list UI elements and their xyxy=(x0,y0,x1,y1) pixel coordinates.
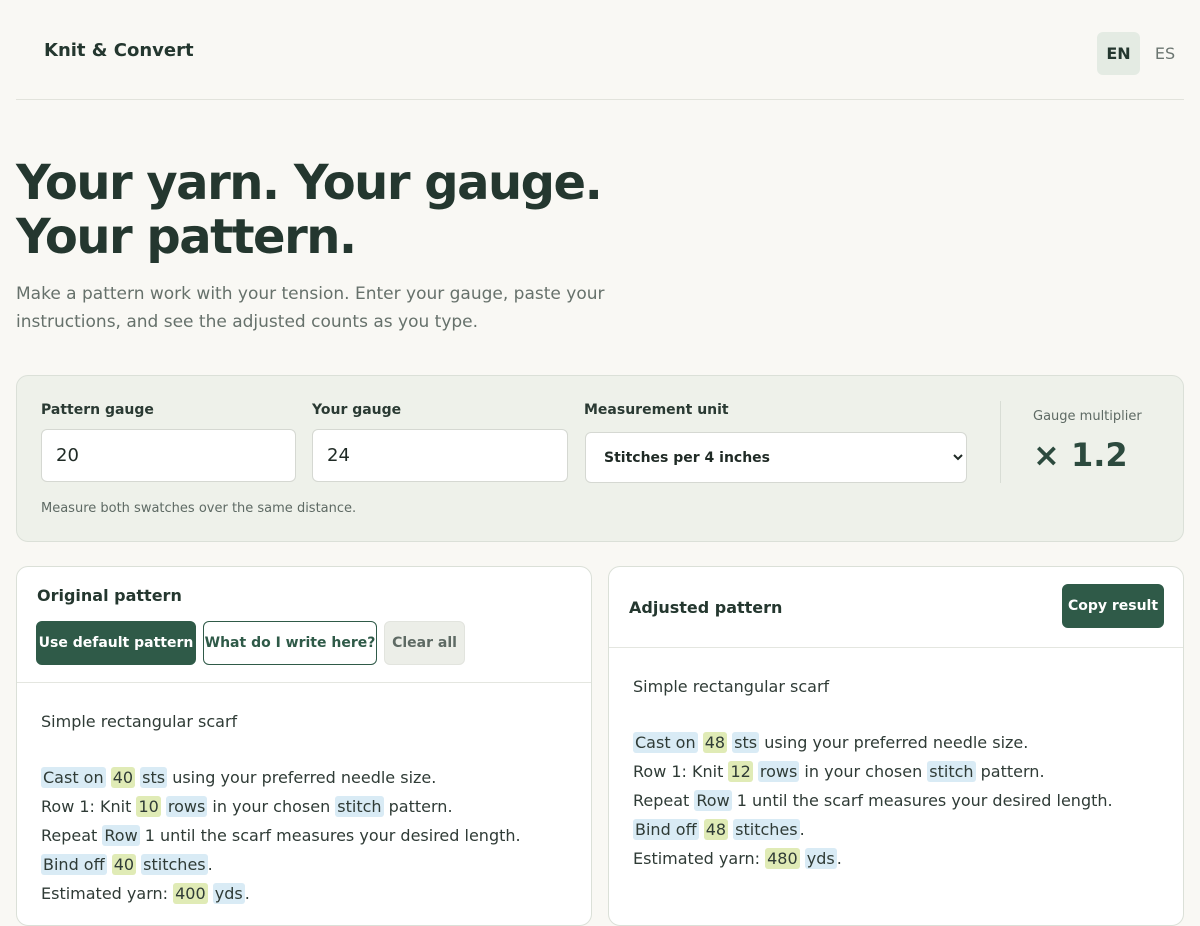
line-text: . xyxy=(207,855,213,874)
term-highlight: Row xyxy=(102,825,140,846)
pattern-line: Row 1: Knit 12 rows in your chosen stitc… xyxy=(633,761,1113,790)
adjusted-pattern-header: Adjusted pattern Copy result xyxy=(609,567,1183,648)
line-text: using your preferred needle size. xyxy=(759,733,1029,752)
term-highlight: rows xyxy=(757,761,800,782)
adjusted-pattern-title: Adjusted pattern xyxy=(629,598,783,617)
line-text: . xyxy=(799,820,805,839)
pattern-line: Estimated yarn: 400 yds. xyxy=(41,883,521,912)
term-highlight: Bind off xyxy=(41,854,107,875)
adjusted-pattern-card: Adjusted pattern Copy result Simple rect… xyxy=(608,566,1184,926)
line-text: 1 until the scarf measures your desired … xyxy=(731,791,1113,810)
measurement-unit-select[interactable]: Stitches per 4 inches xyxy=(585,432,967,483)
pattern-gauge-label: Pattern gauge xyxy=(41,402,154,418)
term-highlight: rows xyxy=(165,796,208,817)
line-text: pattern. xyxy=(383,797,453,816)
line-text: Row 1: Knit xyxy=(633,762,729,781)
line-text: Repeat xyxy=(633,791,695,810)
term-highlight: yds xyxy=(804,848,837,869)
your-gauge-input[interactable] xyxy=(312,429,568,482)
number-highlight: 48 xyxy=(703,819,729,840)
term-highlight: stitches xyxy=(141,854,208,875)
term-highlight: sts xyxy=(732,732,760,753)
line-text: Estimated yarn: xyxy=(41,884,174,903)
gauge-multiplier-label: Gauge multiplier xyxy=(1033,409,1142,424)
use-default-pattern-button[interactable]: Use default pattern xyxy=(36,621,196,665)
term-highlight: stitch xyxy=(335,796,384,817)
brand-name: Knit & Convert xyxy=(44,40,194,61)
term-highlight: stitches xyxy=(733,819,800,840)
line-text: Repeat xyxy=(41,826,103,845)
hero-title: Your yarn. Your gauge. Your pattern. xyxy=(16,155,603,265)
gauge-hint: Measure both swatches over the same dist… xyxy=(41,501,357,516)
number-highlight: 40 xyxy=(111,854,137,875)
term-highlight: yds xyxy=(212,883,245,904)
pattern-line: Repeat Row 1 until the scarf measures yo… xyxy=(633,790,1113,819)
original-pattern-editor[interactable]: Simple rectangular scarf Cast on 40 sts … xyxy=(41,711,521,912)
number-highlight: 10 xyxy=(136,796,161,817)
measurement-unit-label: Measurement unit xyxy=(584,402,729,418)
term-highlight: sts xyxy=(140,767,168,788)
hero-subtitle: Make a pattern work with your tension. E… xyxy=(16,284,605,332)
clear-all-button[interactable]: Clear all xyxy=(384,621,465,665)
pattern-line: Cast on 40 sts using your preferred need… xyxy=(41,767,521,796)
number-highlight: 40 xyxy=(110,767,136,788)
number-highlight: 400 xyxy=(173,883,208,904)
pattern-line: Repeat Row 1 until the scarf measures yo… xyxy=(41,825,521,854)
line-text: pattern. xyxy=(975,762,1045,781)
number-highlight: 48 xyxy=(702,732,728,753)
line-text: . xyxy=(244,884,250,903)
your-gauge-label: Your gauge xyxy=(312,402,402,418)
pattern-title-line: Simple rectangular scarf xyxy=(633,677,830,696)
pattern-line: Bind off 48 stitches. xyxy=(633,819,1113,848)
term-highlight: Bind off xyxy=(633,819,699,840)
help-button[interactable]: What do I write here? xyxy=(203,621,377,665)
pattern-line: Estimated yarn: 480 yds. xyxy=(633,848,1113,877)
original-pattern-header: Original pattern Use default pattern Wha… xyxy=(17,567,591,683)
number-highlight: 12 xyxy=(728,761,753,782)
pattern-line: Row 1: Knit 10 rows in your chosen stitc… xyxy=(41,796,521,825)
pattern-title-line: Simple rectangular scarf xyxy=(41,712,238,731)
copy-result-button[interactable]: Copy result xyxy=(1062,584,1164,628)
gauge-panel: Pattern gauge Your gauge Measurement uni… xyxy=(16,375,1184,542)
line-text: in your chosen xyxy=(799,762,928,781)
adjusted-pattern-output: Simple rectangular scarf Cast on 48 sts … xyxy=(633,676,1113,877)
line-text: in your chosen xyxy=(207,797,336,816)
line-text: . xyxy=(836,849,842,868)
term-highlight: Row xyxy=(694,790,732,811)
line-text: using your preferred needle size. xyxy=(167,768,437,787)
language-en-button[interactable]: EN xyxy=(1097,32,1140,75)
gauge-multiplier-value: × 1.2 xyxy=(1033,436,1128,474)
top-bar: Knit & Convert EN ES xyxy=(16,0,1184,100)
original-pattern-card: Original pattern Use default pattern Wha… xyxy=(16,566,592,926)
line-text: Estimated yarn: xyxy=(633,849,766,868)
pattern-gauge-input[interactable] xyxy=(41,429,296,482)
term-highlight: Cast on xyxy=(41,767,106,788)
number-highlight: 480 xyxy=(765,848,800,869)
panel-divider xyxy=(1000,401,1001,483)
pattern-line: Cast on 48 sts using your preferred need… xyxy=(633,732,1113,761)
original-pattern-title: Original pattern xyxy=(37,586,182,605)
term-highlight: Cast on xyxy=(633,732,698,753)
line-text: 1 until the scarf measures your desired … xyxy=(139,826,521,845)
term-highlight: stitch xyxy=(927,761,976,782)
language-es-button[interactable]: ES xyxy=(1145,32,1185,75)
pattern-line: Bind off 40 stitches. xyxy=(41,854,521,883)
page: Knit & Convert EN ES Your yarn. Your gau… xyxy=(0,0,1200,926)
line-text: Row 1: Knit xyxy=(41,797,137,816)
